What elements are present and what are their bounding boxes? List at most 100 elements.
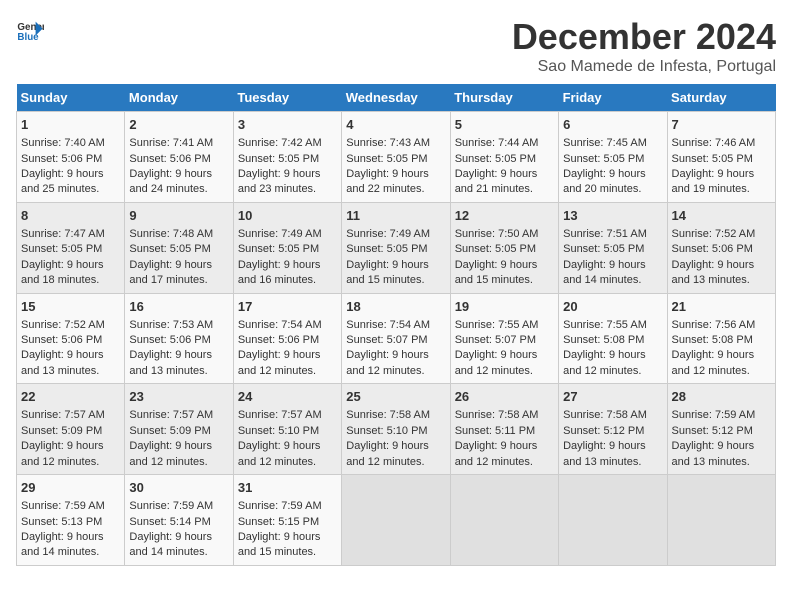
day-info-line: Sunrise: 7:43 AM [346, 136, 445, 151]
day-info-line: Sunset: 5:08 PM [563, 333, 662, 348]
calendar-table: SundayMondayTuesdayWednesdayThursdayFrid… [16, 84, 776, 566]
day-info-line: Sunset: 5:05 PM [238, 242, 337, 257]
day-info-line: Sunset: 5:06 PM [129, 333, 228, 348]
day-info-line: Sunset: 5:12 PM [672, 424, 771, 439]
logo-icon: General Blue [16, 16, 44, 44]
day-info-line: Sunrise: 7:53 AM [129, 318, 228, 333]
day-cell: 4Sunrise: 7:43 AMSunset: 5:05 PMDaylight… [342, 112, 450, 203]
week-row-2: 8Sunrise: 7:47 AMSunset: 5:05 PMDaylight… [17, 202, 776, 293]
day-info-line: Daylight: 9 hours [672, 258, 771, 273]
day-info-line: Sunset: 5:05 PM [563, 152, 662, 167]
day-cell: 2Sunrise: 7:41 AMSunset: 5:06 PMDaylight… [125, 112, 233, 203]
day-info-line: Sunrise: 7:59 AM [129, 499, 228, 514]
day-info-line: Sunrise: 7:44 AM [455, 136, 554, 151]
day-info-line: Daylight: 9 hours [455, 167, 554, 182]
day-info-line: Daylight: 9 hours [672, 167, 771, 182]
day-info-line: and 13 minutes. [21, 364, 120, 379]
day-cell: 19Sunrise: 7:55 AMSunset: 5:07 PMDayligh… [450, 293, 558, 384]
day-number: 25 [346, 388, 445, 406]
day-info-line: Daylight: 9 hours [672, 348, 771, 363]
day-cell: 24Sunrise: 7:57 AMSunset: 5:10 PMDayligh… [233, 384, 341, 475]
day-info-line: Sunrise: 7:46 AM [672, 136, 771, 151]
day-number: 3 [238, 116, 337, 134]
day-info-line: and 14 minutes. [129, 545, 228, 560]
day-number: 15 [21, 298, 120, 316]
day-info-line: and 16 minutes. [238, 273, 337, 288]
day-info-line: Daylight: 9 hours [346, 258, 445, 273]
day-info-line: Sunset: 5:07 PM [455, 333, 554, 348]
day-number: 30 [129, 479, 228, 497]
day-info-line: and 23 minutes. [238, 182, 337, 197]
day-info-line: and 14 minutes. [563, 273, 662, 288]
day-info-line: Daylight: 9 hours [238, 530, 337, 545]
day-info-line: Daylight: 9 hours [129, 258, 228, 273]
day-info-line: Daylight: 9 hours [21, 348, 120, 363]
title-area: December 2024 Sao Mamede de Infesta, Por… [512, 16, 776, 76]
day-number: 28 [672, 388, 771, 406]
day-info-line: Daylight: 9 hours [129, 439, 228, 454]
day-cell: 20Sunrise: 7:55 AMSunset: 5:08 PMDayligh… [559, 293, 667, 384]
day-cell: 8Sunrise: 7:47 AMSunset: 5:05 PMDaylight… [17, 202, 125, 293]
day-info-line: Sunset: 5:05 PM [238, 152, 337, 167]
day-info-line: Sunrise: 7:40 AM [21, 136, 120, 151]
day-info-line: Daylight: 9 hours [346, 439, 445, 454]
day-cell: 23Sunrise: 7:57 AMSunset: 5:09 PMDayligh… [125, 384, 233, 475]
day-info-line: and 12 minutes. [346, 364, 445, 379]
day-info-line: Daylight: 9 hours [238, 167, 337, 182]
day-info-line: Daylight: 9 hours [238, 258, 337, 273]
day-info-line: Sunset: 5:06 PM [21, 333, 120, 348]
calendar-header: SundayMondayTuesdayWednesdayThursdayFrid… [17, 84, 776, 112]
day-number: 20 [563, 298, 662, 316]
day-header-thursday: Thursday [450, 84, 558, 112]
day-number: 27 [563, 388, 662, 406]
day-info-line: Daylight: 9 hours [129, 348, 228, 363]
day-number: 6 [563, 116, 662, 134]
day-info-line: and 25 minutes. [21, 182, 120, 197]
day-info-line: Sunrise: 7:54 AM [346, 318, 445, 333]
day-number: 18 [346, 298, 445, 316]
day-info-line: Sunset: 5:13 PM [21, 515, 120, 530]
day-info-line: Sunrise: 7:49 AM [346, 227, 445, 242]
day-info-line: and 12 minutes. [129, 455, 228, 470]
day-cell: 28Sunrise: 7:59 AMSunset: 5:12 PMDayligh… [667, 384, 775, 475]
day-info-line: Sunrise: 7:47 AM [21, 227, 120, 242]
day-cell: 1Sunrise: 7:40 AMSunset: 5:06 PMDaylight… [17, 112, 125, 203]
day-info-line: Sunrise: 7:57 AM [129, 408, 228, 423]
day-cell [667, 475, 775, 566]
main-title: December 2024 [512, 16, 776, 58]
logo: General Blue [16, 16, 44, 44]
day-info-line: Daylight: 9 hours [455, 348, 554, 363]
day-info-line: Sunrise: 7:45 AM [563, 136, 662, 151]
day-info-line: Sunset: 5:14 PM [129, 515, 228, 530]
day-info-line: Sunset: 5:10 PM [346, 424, 445, 439]
day-number: 7 [672, 116, 771, 134]
day-number: 24 [238, 388, 337, 406]
day-cell [559, 475, 667, 566]
day-info-line: Daylight: 9 hours [563, 348, 662, 363]
subtitle: Sao Mamede de Infesta, Portugal [512, 58, 776, 76]
day-number: 19 [455, 298, 554, 316]
day-info-line: Daylight: 9 hours [21, 439, 120, 454]
day-info-line: Sunset: 5:05 PM [129, 242, 228, 257]
day-info-line: Sunset: 5:06 PM [21, 152, 120, 167]
day-info-line: Sunrise: 7:58 AM [346, 408, 445, 423]
day-info-line: Daylight: 9 hours [455, 258, 554, 273]
day-cell: 9Sunrise: 7:48 AMSunset: 5:05 PMDaylight… [125, 202, 233, 293]
day-info-line: and 15 minutes. [455, 273, 554, 288]
day-info-line: Daylight: 9 hours [238, 348, 337, 363]
day-info-line: Daylight: 9 hours [129, 530, 228, 545]
day-info-line: Sunset: 5:05 PM [672, 152, 771, 167]
day-cell [450, 475, 558, 566]
day-cell: 25 Sunrise: 7:58 AMSunset: 5:10 PMDayligh… [342, 384, 450, 475]
day-info-line: Sunset: 5:05 PM [563, 242, 662, 257]
day-cell: 15Sunrise: 7:52 AMSunset: 5:06 PMDayligh… [17, 293, 125, 384]
day-info-line: Sunrise: 7:57 AM [21, 408, 120, 423]
day-info-line: Sunset: 5:10 PM [238, 424, 337, 439]
day-info-line: Sunrise: 7:51 AM [563, 227, 662, 242]
day-number: 8 [21, 207, 120, 225]
day-info-line: and 22 minutes. [346, 182, 445, 197]
day-info-line: Sunset: 5:07 PM [346, 333, 445, 348]
day-info-line: Daylight: 9 hours [21, 530, 120, 545]
day-info-line: and 12 minutes. [563, 364, 662, 379]
day-cell: 7 Sunrise: 7:46 AMSunset: 5:05 PMDaylight… [667, 112, 775, 203]
